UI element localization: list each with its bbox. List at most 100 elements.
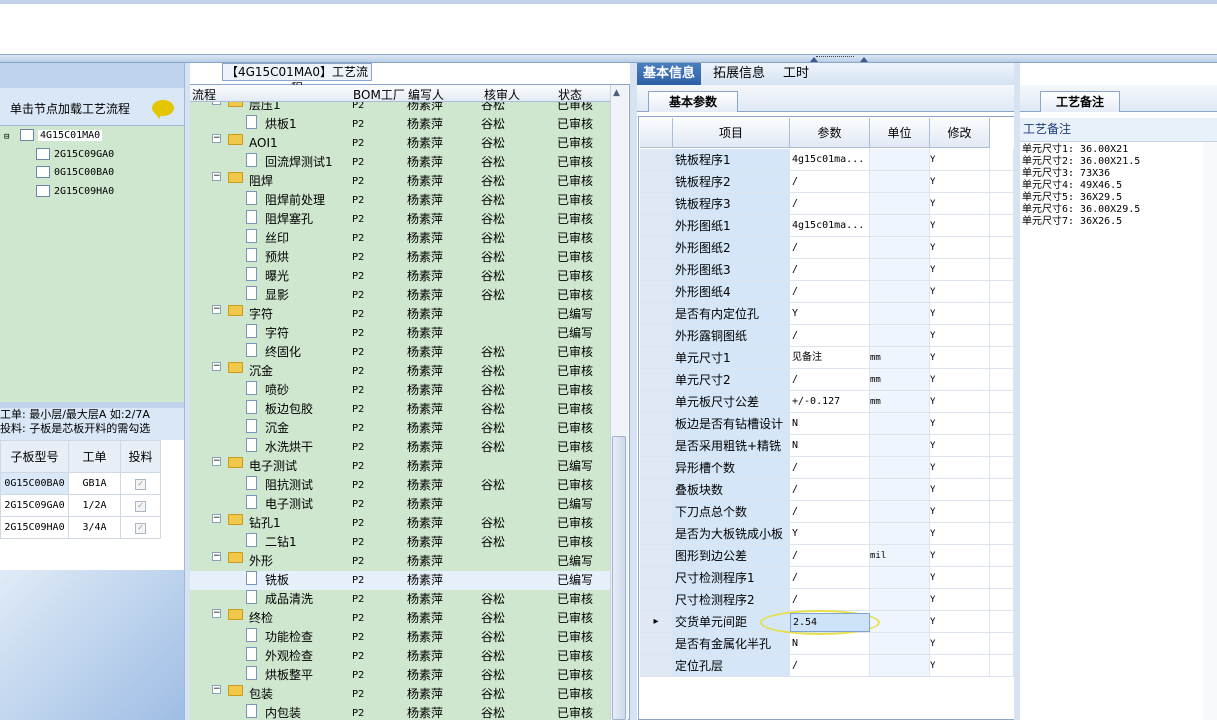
scrollbar[interactable] xyxy=(1203,142,1217,720)
param-row[interactable]: 铣板程序2/ Y xyxy=(640,171,1014,193)
cell-modify[interactable]: Y xyxy=(930,237,990,259)
cell-unit[interactable] xyxy=(870,171,930,193)
cell-unit[interactable] xyxy=(870,523,930,545)
cell-order[interactable]: 3/4A xyxy=(68,516,121,539)
param-row[interactable]: 图形到边公差 / mil Y xyxy=(640,545,1014,567)
checkbox[interactable]: ✓ xyxy=(135,500,146,512)
tree-expander-minus[interactable]: − xyxy=(212,609,221,618)
cell-modify[interactable]: Y xyxy=(930,655,990,677)
param-row[interactable]: 尺寸检测程序1/ Y xyxy=(640,567,1014,589)
process-row[interactable]: 电子测试 P2 杨素萍 已编写 xyxy=(190,495,610,514)
process-row[interactable]: − 终检 P2 杨素萍 谷松 已审核 xyxy=(190,609,610,628)
vertical-splitter[interactable] xyxy=(630,63,637,720)
cell-unit[interactable] xyxy=(870,259,930,281)
col-header-unit[interactable]: 单位 xyxy=(870,118,930,148)
cell-modify[interactable]: Y xyxy=(930,215,990,237)
cell-param[interactable]: / xyxy=(790,655,870,677)
collapse-up-icon[interactable] xyxy=(810,57,818,62)
param-row[interactable]: 单元板尺寸公差 +/-0.127 mm Y xyxy=(640,391,1014,413)
param-row[interactable]: 尺寸检测程序2/ Y xyxy=(640,589,1014,611)
tree-node[interactable]: 2G15C09GA0 xyxy=(36,147,114,163)
process-row[interactable]: 喷砂 P2 杨素萍 谷松 已审核 xyxy=(190,381,610,400)
process-row[interactable]: 板边包胶 P2 杨素萍 谷松 已审核 xyxy=(190,400,610,419)
param-row[interactable]: 下刀点总个数 / Y xyxy=(640,501,1014,523)
row-indicator[interactable] xyxy=(640,633,673,655)
cell-model[interactable]: 2G15C09HA0 xyxy=(0,516,69,539)
param-row[interactable]: 铣板程序3/ Y xyxy=(640,193,1014,215)
cell-param[interactable]: / xyxy=(790,259,870,281)
checkbox[interactable]: ✓ xyxy=(135,522,146,534)
process-row[interactable]: − 电子测试 P2 杨素萍 已编写 xyxy=(190,457,610,476)
cell-unit[interactable] xyxy=(870,501,930,523)
process-row[interactable]: − 阻焊 P2 杨素萍 谷松 已审核 xyxy=(190,172,610,191)
param-row[interactable]: 定位孔层 / Y xyxy=(640,655,1014,677)
cell-modify[interactable]: Y xyxy=(930,369,990,391)
cell-param[interactable]: / xyxy=(790,281,870,303)
scroll-up-icon[interactable]: ▲ xyxy=(613,88,620,98)
table-row[interactable]: 2G15C09HA0 3/4A ✓ xyxy=(0,516,161,539)
cell-model[interactable]: 2G15C09GA0 xyxy=(0,494,69,517)
process-row[interactable]: 曝光 P2 杨素萍 谷松 已审核 xyxy=(190,267,610,286)
cell-modify[interactable]: Y xyxy=(930,611,990,633)
process-row[interactable]: 功能检查 P2 杨素萍 谷松 已审核 xyxy=(190,628,610,647)
tree-expander-minus[interactable]: − xyxy=(212,102,221,105)
param-row[interactable]: 外形露铜图纸 / Y xyxy=(640,325,1014,347)
cell-modify[interactable]: Y xyxy=(930,523,990,545)
cell-modify[interactable]: Y xyxy=(930,633,990,655)
cell-param[interactable]: / xyxy=(790,237,870,259)
process-row[interactable]: 二钻1 P2 杨素萍 谷松 已审核 xyxy=(190,533,610,552)
cell-param[interactable]: N xyxy=(790,633,870,655)
param-row[interactable]: 叠板块数 / Y xyxy=(640,479,1014,501)
row-indicator[interactable] xyxy=(640,391,673,413)
cell-unit[interactable] xyxy=(870,589,930,611)
cell-feed[interactable]: ✓ xyxy=(120,494,161,517)
row-indicator[interactable] xyxy=(640,457,673,479)
row-indicator[interactable] xyxy=(640,413,673,435)
cell-modify[interactable]: Y xyxy=(930,171,990,193)
param-row[interactable]: 是否采用粗铣+精铣 N Y xyxy=(640,435,1014,457)
row-indicator[interactable] xyxy=(640,237,673,259)
row-indicator[interactable] xyxy=(640,193,673,215)
cell-modify[interactable]: Y xyxy=(930,457,990,479)
table-row[interactable]: 2G15C09GA0 1/2A ✓ xyxy=(0,494,161,517)
cell-unit[interactable] xyxy=(870,149,930,171)
param-row[interactable]: 板边是否有钻槽设计 N Y xyxy=(640,413,1014,435)
process-row[interactable]: 字符 P2 杨素萍 已编写 xyxy=(190,324,610,343)
row-indicator[interactable] xyxy=(640,369,673,391)
col-header-item[interactable]: 项目 xyxy=(673,118,790,148)
cell-unit[interactable] xyxy=(870,655,930,677)
cell-unit[interactable]: mm xyxy=(870,369,930,391)
cell-modify[interactable]: Y xyxy=(930,281,990,303)
cell-param[interactable]: / xyxy=(790,369,870,391)
cell-unit[interactable] xyxy=(870,303,930,325)
cell-modify[interactable]: Y xyxy=(930,435,990,457)
cell-unit[interactable] xyxy=(870,413,930,435)
process-row[interactable]: 铣板 P2 杨素萍 已编写 xyxy=(190,571,610,590)
vertical-splitter[interactable] xyxy=(1014,63,1020,720)
cell-unit[interactable] xyxy=(870,215,930,237)
param-row[interactable]: 外形图纸3/ Y xyxy=(640,259,1014,281)
process-row[interactable]: − 包装 P2 杨素萍 谷松 已审核 xyxy=(190,685,610,704)
row-indicator[interactable] xyxy=(640,479,673,501)
notes-textarea[interactable]: 单元尺寸1: 36.00X21 单元尺寸2: 36.00X21.5 单元尺寸3:… xyxy=(1022,144,1202,344)
tree-node[interactable]: 0G15C00BA0 xyxy=(36,165,114,181)
cell-param[interactable]: N xyxy=(790,413,870,435)
cell-param[interactable]: / xyxy=(790,457,870,479)
param-row[interactable]: 是否有金属化半孔 N Y xyxy=(640,633,1014,655)
table-row[interactable]: 0G15C00BA0 GB1A ✓ xyxy=(0,472,161,495)
cell-model[interactable]: 0G15C00BA0 xyxy=(0,472,69,495)
param-row[interactable]: 异形槽个数 / Y xyxy=(640,457,1014,479)
cell-modify[interactable]: Y xyxy=(930,589,990,611)
process-row[interactable]: 显影 P2 杨素萍 谷松 已审核 xyxy=(190,286,610,305)
cell-modify[interactable]: Y xyxy=(930,501,990,523)
process-row[interactable]: 烘板整平 P2 杨素萍 谷松 已审核 xyxy=(190,666,610,685)
cell-param[interactable]: Y xyxy=(790,523,870,545)
process-row[interactable]: − 外形 P2 杨素萍 已编写 xyxy=(190,552,610,571)
cell-modify[interactable]: Y xyxy=(930,545,990,567)
process-row[interactable]: 外观检查 P2 杨素萍 谷松 已审核 xyxy=(190,647,610,666)
cell-modify[interactable]: Y xyxy=(930,259,990,281)
col-header-reviewer[interactable]: 核审人 xyxy=(484,86,520,103)
cell-modify[interactable]: Y xyxy=(930,303,990,325)
cell-unit[interactable] xyxy=(870,457,930,479)
row-indicator[interactable] xyxy=(640,655,673,677)
